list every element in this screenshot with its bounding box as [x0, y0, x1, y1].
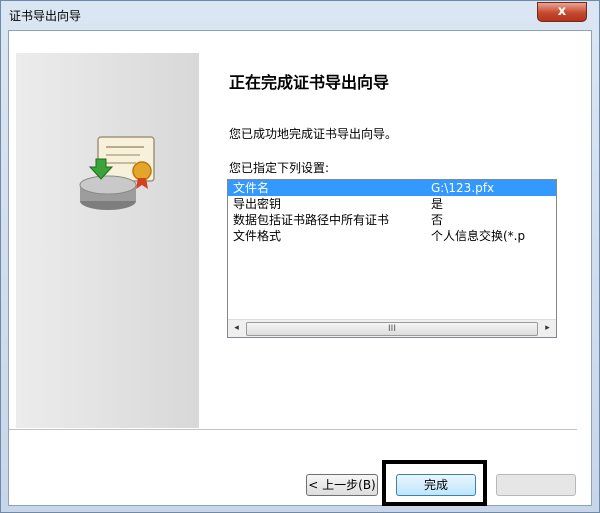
setting-name: 数据包括证书路径中所有证书: [233, 213, 390, 227]
close-icon: x: [557, 4, 567, 19]
list-item[interactable]: 文件格式 个人信息交换(*.p: [228, 228, 556, 244]
window-title: 证书导出向导: [9, 9, 82, 23]
scroll-left-icon[interactable]: ◂: [228, 320, 245, 337]
wizard-side-panel: [16, 53, 199, 428]
close-button[interactable]: x: [537, 2, 587, 22]
divider: [9, 429, 577, 431]
finish-button[interactable]: 完成: [396, 474, 476, 496]
list-item[interactable]: 导出密钥 是: [228, 196, 556, 212]
horizontal-scrollbar[interactable]: ◂ III ▸: [228, 319, 556, 337]
setting-value: 个人信息交换(*.p: [431, 229, 526, 243]
setting-name: 导出密钥: [233, 197, 282, 211]
settings-label: 您已指定下列设置:: [229, 161, 330, 175]
setting-name: 文件名: [233, 181, 270, 195]
setting-value: G:\123.pfx: [431, 181, 495, 195]
back-button[interactable]: < 上一步(B): [306, 474, 378, 496]
settings-list[interactable]: 文件名 G:\123.pfx 导出密钥 是 数据包括证书路径中所有证书 否 文件…: [227, 179, 557, 338]
page-title: 正在完成证书导出向导: [229, 73, 390, 92]
certificate-export-icon: [79, 136, 155, 210]
setting-value: 是: [431, 197, 444, 211]
wizard-content: 正在完成证书导出向导 您已成功地完成证书导出向导。 您已指定下列设置: 文件名 …: [8, 30, 592, 506]
list-item[interactable]: 文件名 G:\123.pfx: [228, 180, 556, 196]
title-bar[interactable]: 证书导出向导 x: [1, 1, 599, 30]
list-item[interactable]: 数据包括证书路径中所有证书 否: [228, 212, 556, 228]
completion-message: 您已成功地完成证书导出向导。: [229, 127, 398, 141]
setting-name: 文件格式: [233, 229, 282, 243]
cancel-button[interactable]: [496, 474, 576, 496]
setting-value: 否: [431, 213, 444, 227]
scroll-thumb[interactable]: III: [246, 322, 538, 336]
scroll-right-icon[interactable]: ▸: [539, 320, 556, 337]
wizard-window: 证书导出向导 x 正在完成证书导出向导 您已成功地完成证书导出向导。 您已指定下…: [0, 0, 600, 513]
